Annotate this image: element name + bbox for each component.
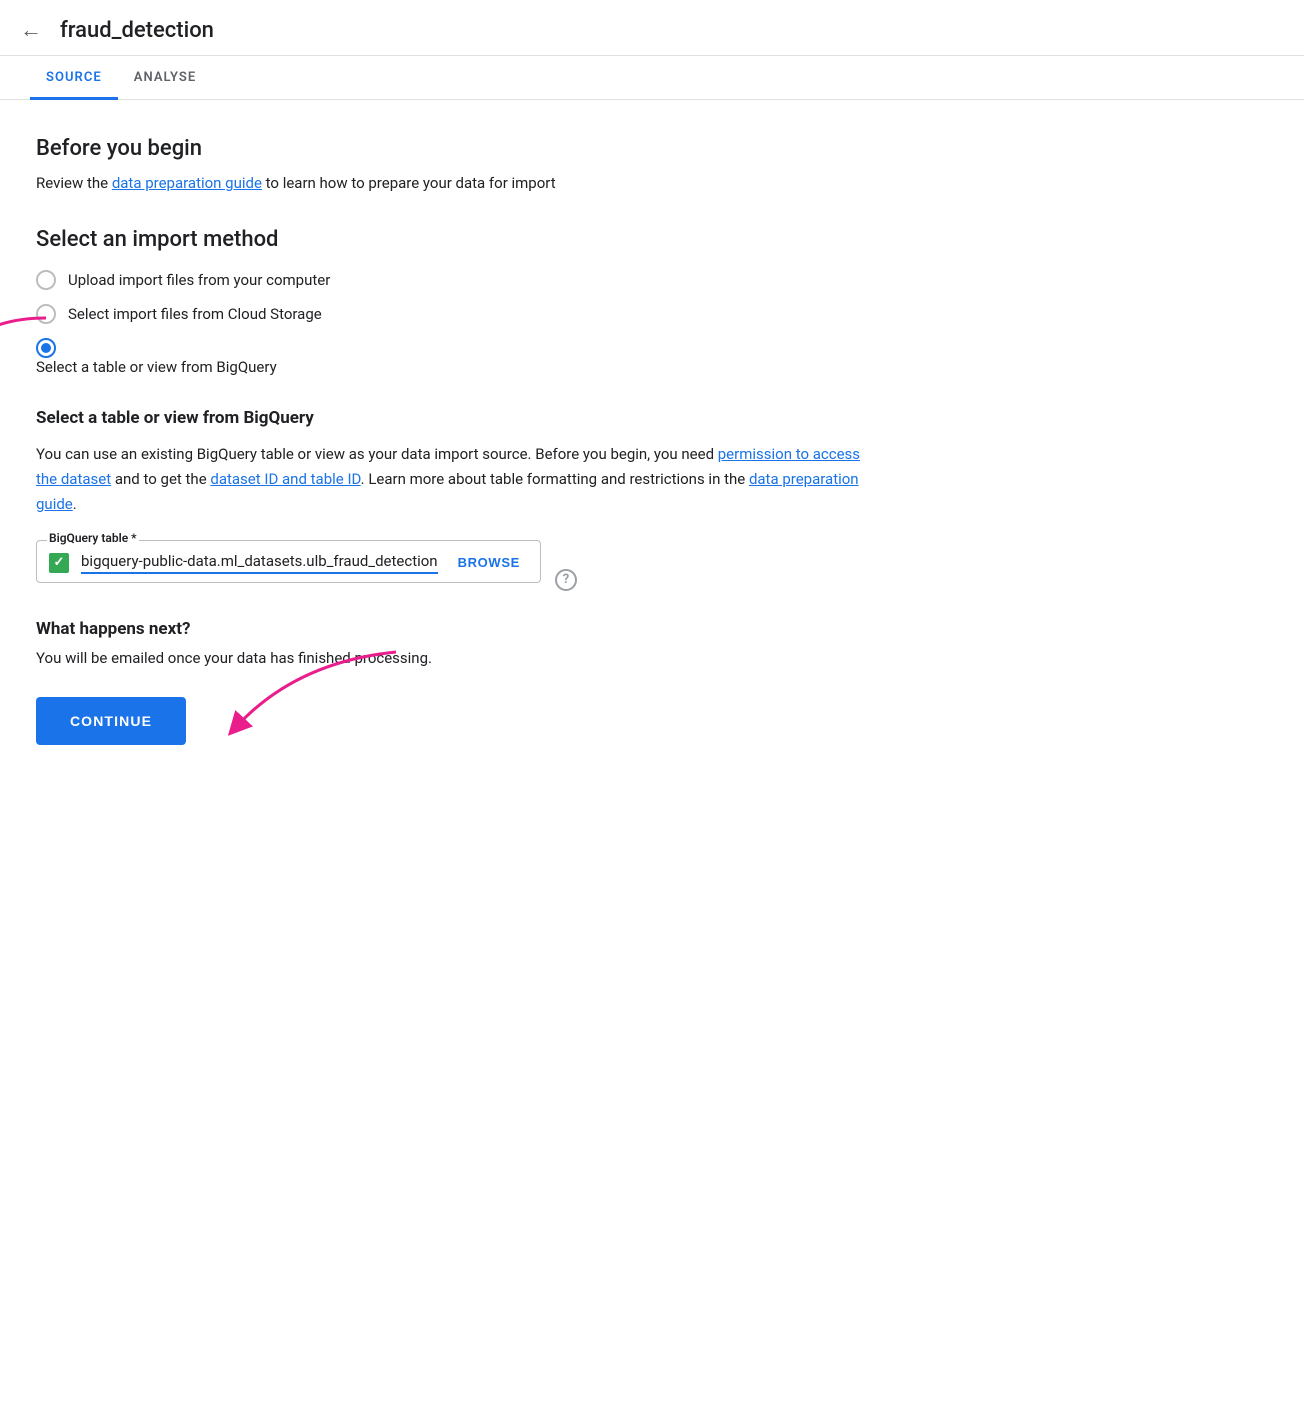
- radio-upload-circle: [36, 270, 56, 290]
- bigquery-table-field: BigQuery table * bigquery-public-data.ml…: [36, 540, 541, 583]
- tabs-bar: SOURCE ANALYSE: [0, 56, 1304, 100]
- dataset-id-link[interactable]: dataset ID and table ID: [210, 470, 360, 488]
- header: ← fraud_detection: [0, 0, 1304, 56]
- bigquery-section-title: Select a table or view from BigQuery: [36, 408, 864, 428]
- tab-analyse[interactable]: ANALYSE: [118, 56, 212, 100]
- radio-upload-label: Upload import files from your computer: [68, 271, 330, 289]
- radio-upload[interactable]: Upload import files from your computer: [36, 270, 864, 290]
- radio-cloud-storage[interactable]: Select import files from Cloud Storage: [36, 304, 864, 324]
- bigquery-table-label: BigQuery table *: [47, 531, 139, 545]
- bigquery-description: You can use an existing BigQuery table o…: [36, 442, 864, 516]
- bigquery-table-value[interactable]: bigquery-public-data.ml_datasets.ulb_fra…: [81, 552, 438, 574]
- tab-source[interactable]: SOURCE: [30, 56, 118, 100]
- import-method-section: Select an import method Upload import fi…: [36, 227, 864, 376]
- radio-cloud-storage-circle: [36, 304, 56, 324]
- import-method-radio-group: Upload import files from your computer S…: [36, 270, 864, 376]
- main-content: Before you begin Review the data prepara…: [0, 100, 900, 805]
- bigquery-field-inner: bigquery-public-data.ml_datasets.ulb_fra…: [49, 547, 528, 574]
- browse-button[interactable]: BROWSE: [450, 551, 528, 574]
- page-title: fraud_detection: [60, 18, 214, 43]
- before-begin-title: Before you begin: [36, 136, 864, 161]
- what-next-section: What happens next? You will be emailed o…: [36, 619, 864, 745]
- import-method-title: Select an import method: [36, 227, 864, 252]
- data-prep-guide-link-1[interactable]: data preparation guide: [112, 174, 262, 192]
- radio-bigquery[interactable]: Select a table or view from BigQuery: [36, 338, 277, 376]
- before-begin-text: Review the data preparation guide to lea…: [36, 171, 864, 195]
- what-next-title: What happens next?: [36, 619, 864, 639]
- bigquery-checkbox: [49, 553, 69, 573]
- radio-cloud-storage-label: Select import files from Cloud Storage: [68, 305, 322, 323]
- radio-bigquery-circle: [36, 338, 56, 358]
- continue-button[interactable]: CONTINUE: [36, 697, 186, 745]
- bigquery-section: Select a table or view from BigQuery You…: [36, 408, 864, 619]
- what-next-text: You will be emailed once your data has f…: [36, 649, 864, 667]
- before-begin-section: Before you begin Review the data prepara…: [36, 136, 864, 195]
- back-button[interactable]: ←: [20, 20, 42, 42]
- radio-bigquery-label: Select a table or view from BigQuery: [36, 358, 277, 376]
- help-icon[interactable]: ?: [555, 569, 577, 591]
